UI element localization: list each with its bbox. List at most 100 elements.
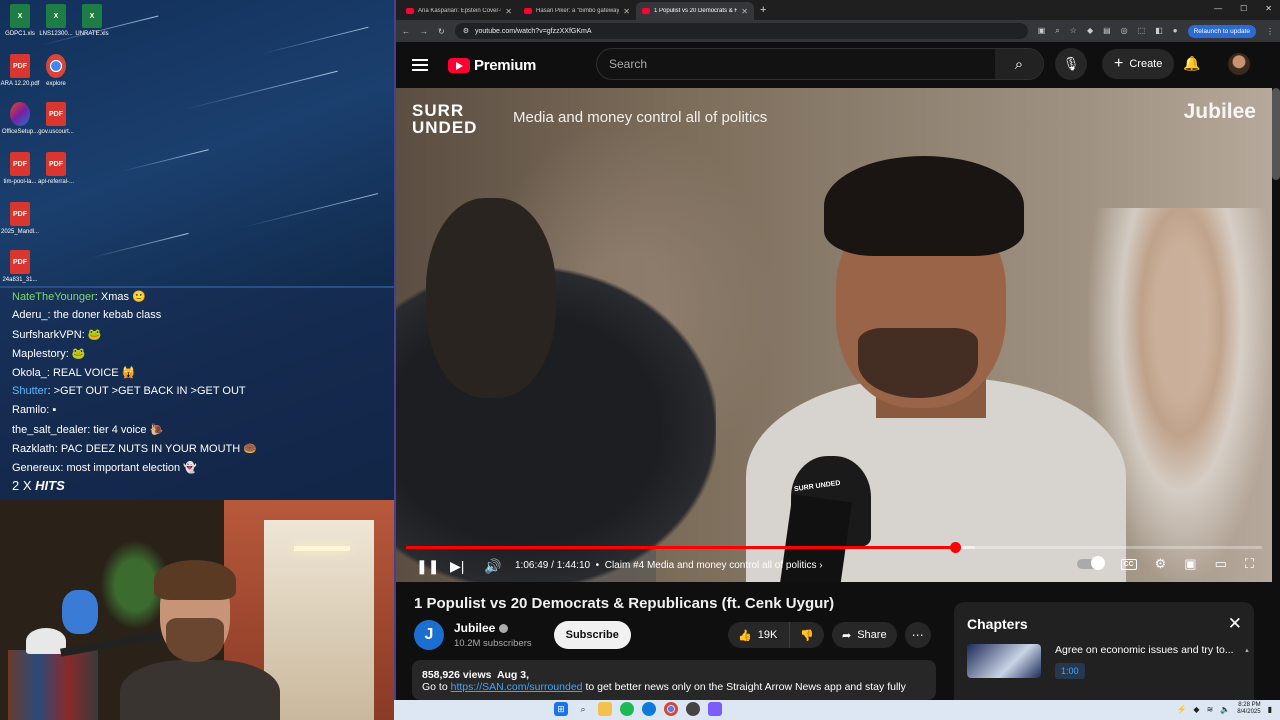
like-button[interactable]: 👍 19K (728, 622, 791, 648)
start-icon[interactable]: ⊞ (554, 702, 568, 716)
chat-text: PAC DEEZ NUTS IN YOUR MOUTH 🍩 (60, 443, 257, 455)
edge-icon[interactable] (642, 702, 656, 716)
desktop-icon-pdf[interactable]: PDF apl-referral-... (36, 152, 76, 185)
desktop-icon-chrome[interactable]: explore (36, 54, 76, 87)
tray-app-icon[interactable]: ◆ (1193, 705, 1199, 714)
settings-gear-icon[interactable]: ⚙ (1155, 556, 1167, 572)
youtube-premium-logo[interactable]: Premium (448, 57, 536, 74)
desktop-icon-pdf[interactable]: PDF 2025_Mandl... (0, 202, 40, 235)
fullscreen-icon[interactable]: ⛶ (1245, 556, 1254, 572)
close-tab-icon[interactable]: ✕ (505, 7, 512, 16)
clock[interactable]: 8:28 PM 8/4/2025 (1237, 702, 1260, 716)
cast-icon[interactable]: ▣ (1038, 26, 1046, 36)
notifications-icon[interactable]: ▮ (1268, 705, 1272, 714)
desktop-icon-pdf[interactable]: PDF 24a831_31... (0, 250, 40, 283)
chrome-icon[interactable] (664, 702, 678, 716)
star-streak (261, 26, 369, 55)
spotify-icon[interactable] (620, 702, 634, 716)
like-dislike-group: 👍 19K 👎 (728, 622, 824, 648)
chapter-title[interactable]: Claim #4 Media and money control all of … (605, 560, 817, 571)
close-window-icon[interactable]: ✕ (1265, 4, 1272, 13)
search-icon[interactable]: ⌕ (576, 702, 590, 716)
browser-tab-active[interactable]: 1 Populist vs 20 Democrats & Re... ✕ (636, 2, 754, 20)
player-right-controls: CC ⚙ ▣ ▭ ⛶ (1076, 556, 1254, 572)
next-icon[interactable]: ▶| (450, 558, 464, 575)
reload-icon[interactable]: ↻ (438, 27, 445, 36)
chat-text: most important election 👻 (66, 462, 197, 474)
extension-icon[interactable]: ◆ (1087, 26, 1093, 36)
obs-icon[interactable] (686, 702, 700, 716)
menu-kebab-icon[interactable]: ⋮ (1266, 27, 1274, 36)
minimize-icon[interactable]: — (1214, 4, 1222, 13)
browser-tab[interactable]: Ana Kasparian: Epstein Cover-U... ✕ (400, 2, 518, 20)
extension-icon[interactable]: ⬚ (1138, 26, 1146, 36)
description-box[interactable]: 858,926 views Aug 3, Go to https://SAN.c… (412, 660, 936, 700)
maximize-icon[interactable]: ☐ (1240, 4, 1247, 13)
surrounded-logo-line2: UNDED (412, 118, 478, 137)
theater-mode-icon[interactable]: ▭ (1215, 556, 1227, 572)
network-icon[interactable]: ≋ (1207, 705, 1214, 714)
desktop-icon-label: 24a831_31... (2, 277, 38, 283)
notifications-bell-icon[interactable]: 🔔 (1183, 55, 1200, 72)
miniplayer-icon[interactable]: ▣ (1184, 556, 1196, 572)
chat-text: >GET OUT >GET BACK IN >GET OUT (53, 385, 246, 397)
pdf-file-icon: PDF (10, 152, 30, 176)
close-tab-icon[interactable]: ✕ (623, 7, 630, 16)
description-link[interactable]: https://SAN.com/surrounded (451, 681, 583, 693)
back-icon[interactable]: ← (402, 27, 410, 36)
channel-name-row[interactable]: Jubilee (454, 621, 532, 635)
desktop-icon-xls[interactable]: X UNRATE.xls (72, 4, 112, 37)
extension-icon[interactable]: ◧ (1155, 26, 1163, 36)
autoplay-toggle[interactable] (1076, 556, 1105, 570)
forward-icon[interactable]: → (420, 27, 428, 36)
profile-icon[interactable]: ● (1173, 26, 1178, 36)
more-actions-icon[interactable]: ⋯ (904, 622, 931, 648)
extension-icon[interactable]: ▤ (1103, 26, 1111, 36)
desktop-icon-pdf[interactable]: PDF ARA 12.20.pdf (0, 54, 40, 87)
volume-icon[interactable]: 🔈 (1220, 705, 1230, 714)
tray-app-icon[interactable]: ⚡ (1176, 705, 1186, 714)
jubilee-watermark: Jubilee (1183, 100, 1256, 123)
extension-icon[interactable]: ◎ (1121, 26, 1128, 36)
search-box[interactable]: Search ⌕ (596, 48, 1044, 80)
bookmark-star-icon[interactable]: ☆ (1070, 26, 1077, 36)
taskbar-apps: ⊞ ⌕ (554, 702, 722, 716)
app-icon[interactable] (708, 702, 722, 716)
close-tab-icon[interactable]: ✕ (741, 7, 748, 16)
search-icon[interactable]: ⌕ (995, 49, 1043, 79)
browser-tab[interactable]: Hasan Piker: a "bimbo gateway"... ✕ (518, 2, 636, 20)
desktop-icon-office[interactable]: OfficeSetup... (0, 102, 40, 135)
search-input[interactable]: Search (597, 57, 995, 71)
create-button[interactable]: + Create (1102, 49, 1175, 79)
account-avatar[interactable] (1228, 53, 1250, 75)
desktop: X GDPC1.xls X LNS12300... X UNRATE.xls P… (0, 0, 394, 500)
chat-message: Genereux: most important election 👻 (12, 462, 197, 474)
site-info-icon[interactable]: ⚙ (463, 27, 469, 35)
description-text: Go to https://SAN.com/surrounded to get … (422, 681, 926, 693)
desktop-icon-xls[interactable]: X LNS12300... (36, 4, 76, 37)
close-icon[interactable]: ✕ (1228, 614, 1242, 634)
captions-icon[interactable]: CC (1120, 558, 1137, 570)
file-explorer-icon[interactable] (598, 702, 612, 716)
volume-icon[interactable]: 🔊 (484, 558, 501, 575)
video-player[interactable]: SURR UNDED SURR UNDED Media and money co… (396, 88, 1272, 582)
progress-bar[interactable] (406, 542, 1262, 553)
scroll-up-icon[interactable]: ▲ (1244, 648, 1250, 654)
desktop-icon-pdf[interactable]: PDF tim-pool-la... (0, 152, 40, 185)
dislike-button[interactable]: 👎 (790, 622, 824, 648)
video-actions: 👍 19K 👎 ➦ Share ⋯ (728, 622, 931, 648)
pause-icon[interactable]: ❚❚ (416, 558, 439, 575)
omnibox[interactable]: ⚙ youtube.com/watch?v=gfzzXXfGKmA (454, 23, 1028, 39)
share-button[interactable]: ➦ Share (831, 622, 897, 648)
page-scrollbar[interactable] (1272, 88, 1280, 180)
new-tab-button[interactable]: + (760, 4, 766, 16)
zoom-icon[interactable]: ⌕ (1055, 26, 1059, 36)
chapter-item[interactable]: Agree on economic issues and try to... 1… (967, 644, 1237, 679)
voice-search-icon[interactable]: 🎙 (1055, 48, 1087, 80)
desktop-icon-xls[interactable]: X GDPC1.xls (0, 4, 40, 37)
relaunch-button[interactable]: Relaunch to update (1187, 24, 1256, 38)
desktop-icon-pdf[interactable]: PDF gov.uscourt... (36, 102, 76, 135)
hamburger-menu-icon[interactable] (412, 59, 428, 71)
subscribe-button[interactable]: Subscribe (553, 621, 631, 649)
channel-avatar[interactable]: J (414, 620, 444, 650)
